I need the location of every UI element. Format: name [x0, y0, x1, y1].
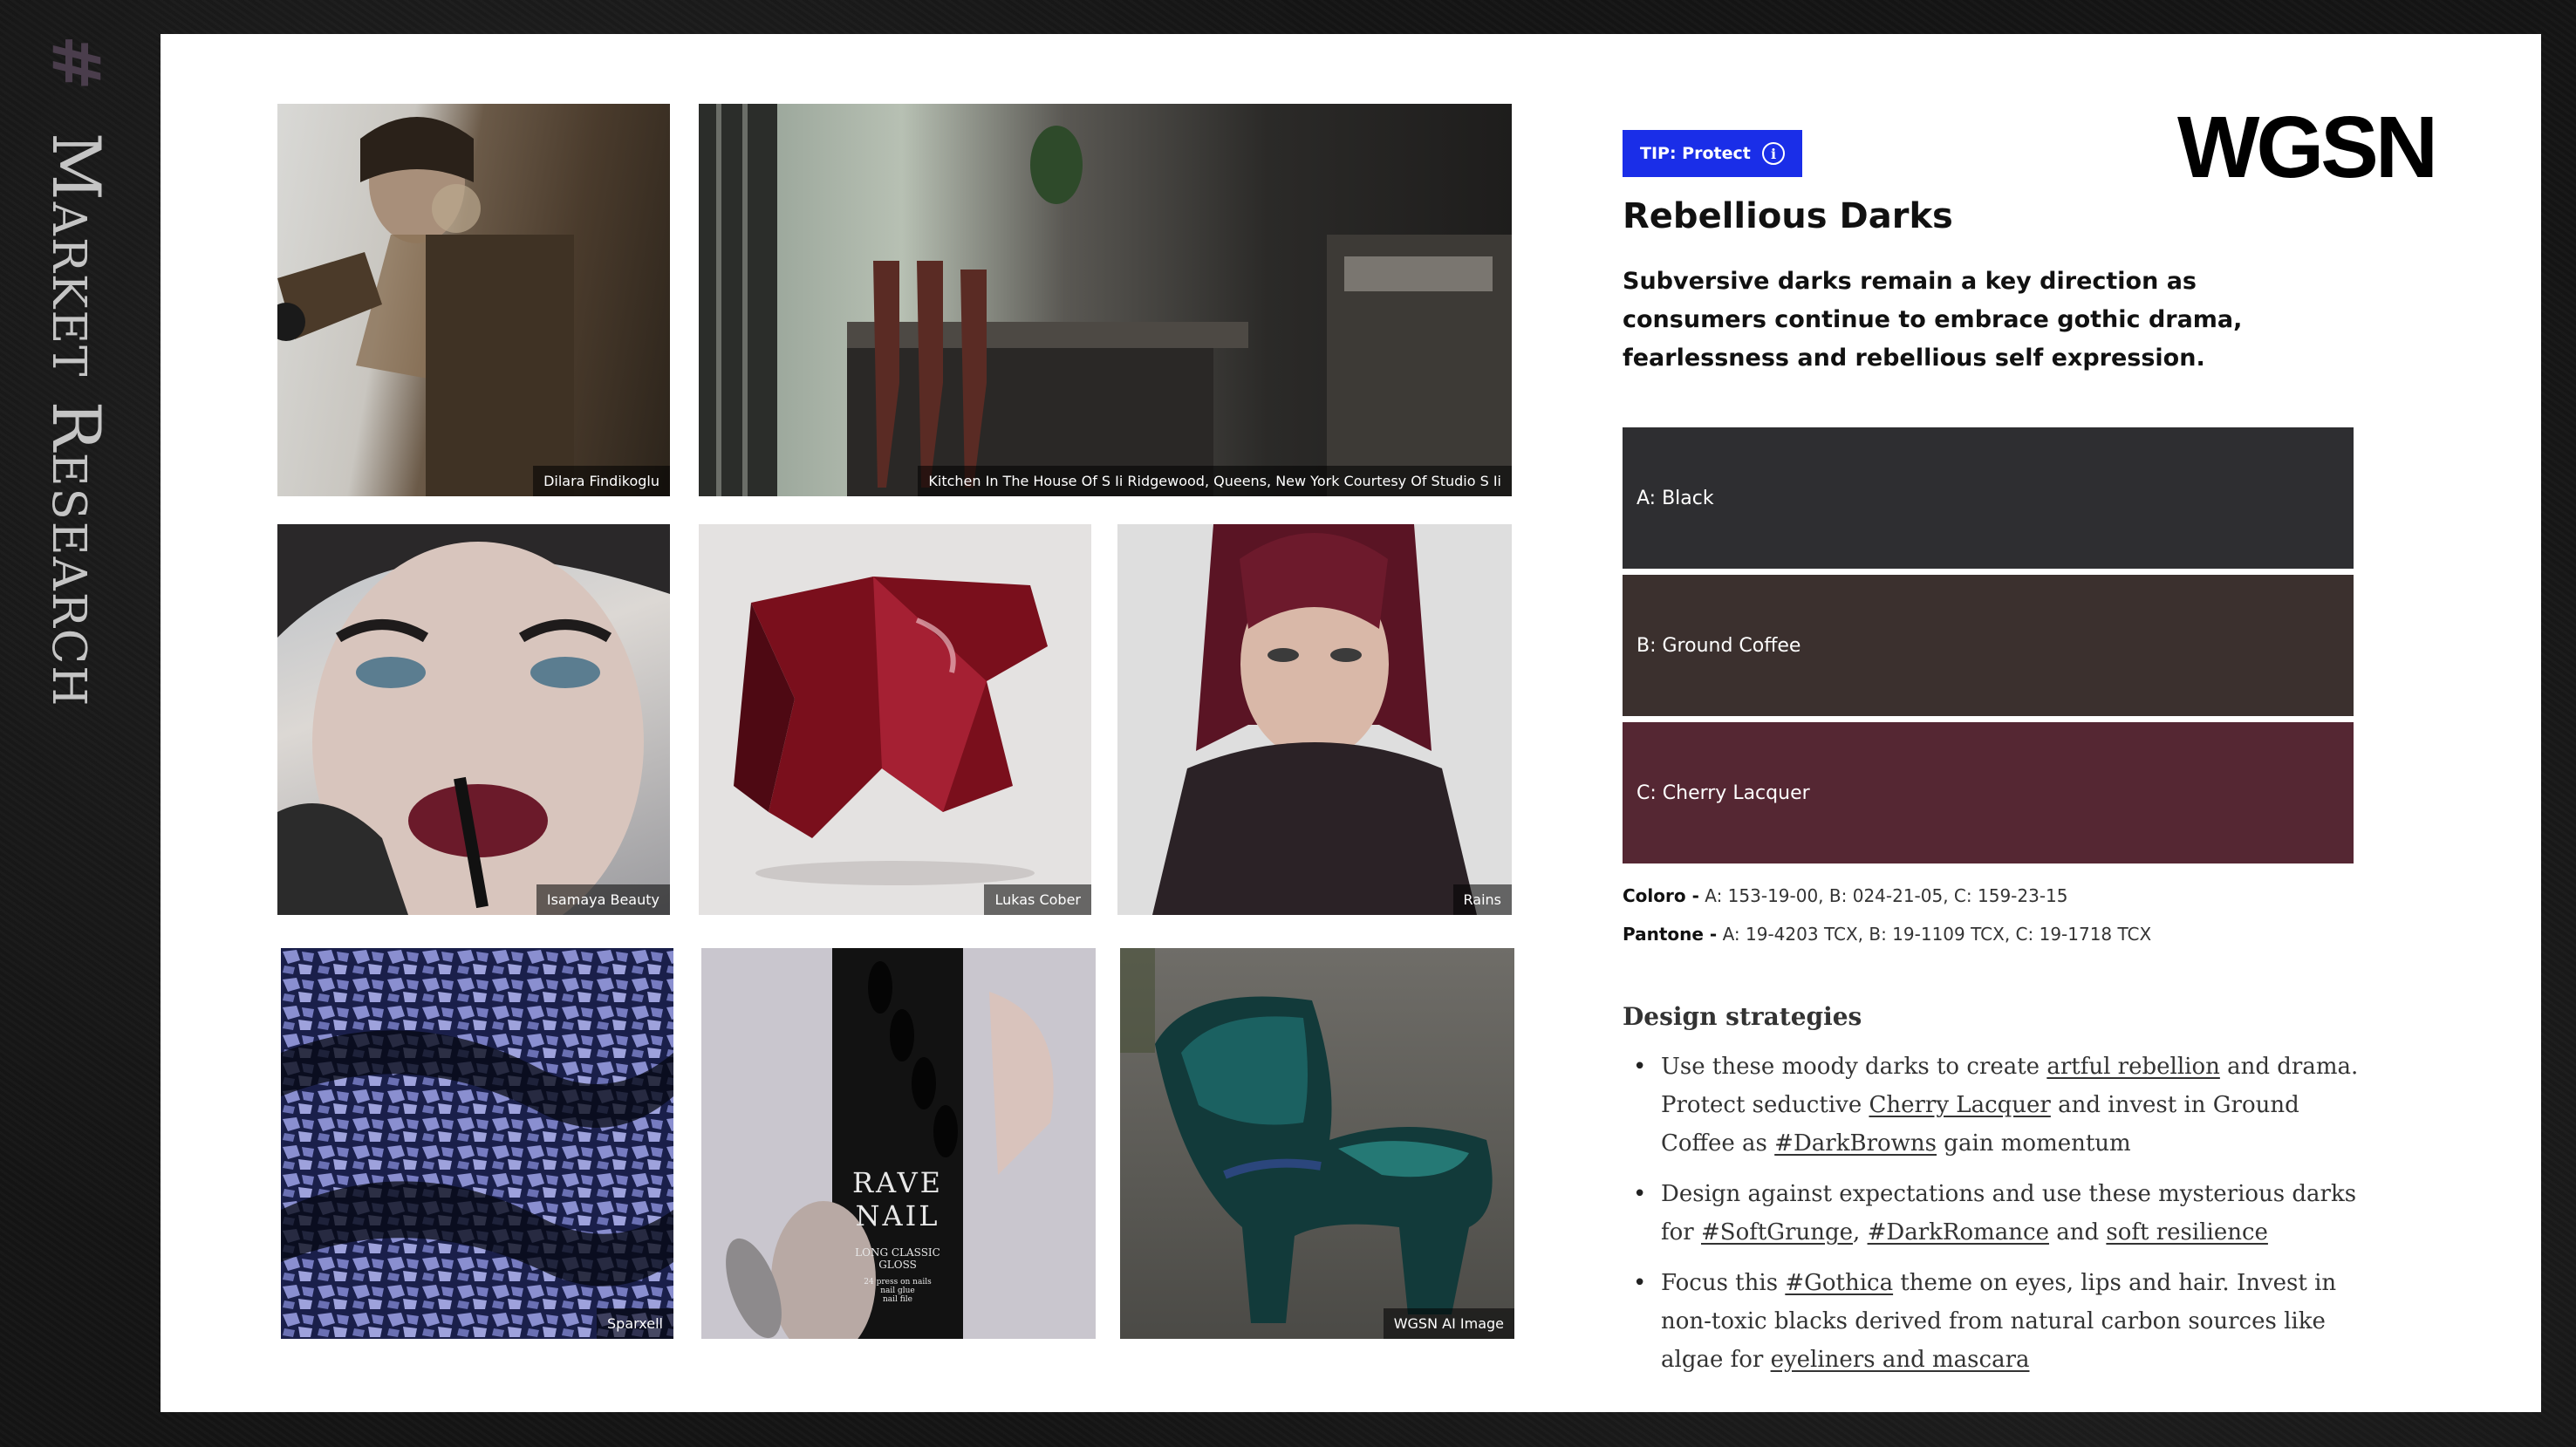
- photo-credit: Sparxell: [597, 1308, 673, 1339]
- package-contents-1: 24 press on nails: [864, 1278, 932, 1287]
- photo-credit: WGSN AI Image: [1383, 1308, 1514, 1339]
- pantone-codes: Pantone - A: 19-4203 TCX, B: 19-1109 TCX…: [1623, 924, 2151, 945]
- photo-iridescent-chair: WGSN AI Image: [1120, 948, 1514, 1339]
- swatch-black: A: Black: [1623, 427, 2354, 569]
- pantone-value: A: 19-4203 TCX, B: 19-1109 TCX, C: 19-17…: [1722, 924, 2152, 945]
- photo-blue-fabric: Sparxell: [281, 948, 673, 1339]
- coloro-codes: Coloro - A: 153-19-00, B: 024-21-05, C: …: [1623, 885, 2068, 906]
- photo-credit: Kitchen In The House Of S Ii Ridgewood, …: [918, 466, 1512, 496]
- link-soft-resilience[interactable]: soft resilience: [2106, 1219, 2268, 1246]
- info-icon[interactable]: i: [1762, 142, 1785, 165]
- strategy-text: Use these moody darks to create: [1661, 1054, 2047, 1080]
- wgsn-logo: WGSN: [2177, 99, 2438, 196]
- swatch-label: C: Cherry Lacquer: [1636, 782, 1810, 804]
- sidebar-title: # Market Research: [38, 35, 115, 708]
- link-soft-grunge[interactable]: #SoftGrunge: [1701, 1219, 1853, 1246]
- package-contents-3: nail file: [883, 1295, 912, 1304]
- hash-icon: #: [38, 35, 115, 92]
- package-contents-2: nail glue: [880, 1287, 915, 1295]
- strategy-text: ,: [1853, 1219, 1868, 1246]
- link-dark-romance[interactable]: #DarkRomance: [1868, 1219, 2049, 1246]
- section-subheading: Subversive darks remain a key direction …: [1623, 268, 2243, 372]
- photo-credit: Isamaya Beauty: [536, 884, 670, 915]
- section-heading: Rebellious Darks: [1623, 196, 1953, 236]
- photo-model-portrait: Dilara Findikoglu: [277, 104, 670, 496]
- design-strategies-title: Design strategies: [1623, 1002, 1862, 1031]
- photo-credit: Lukas Cober: [984, 884, 1091, 915]
- pantone-label: Pantone -: [1623, 924, 1718, 945]
- link-dark-browns[interactable]: #DarkBrowns: [1774, 1130, 1937, 1157]
- lipstick-portrait-illustration: [277, 524, 670, 915]
- photo-credit: Rains: [1452, 884, 1512, 915]
- tip-label: TIP: Protect: [1640, 144, 1751, 163]
- strategy-item: • Design against expectations and use th…: [1623, 1175, 2364, 1252]
- chair-illustration: [1120, 948, 1493, 1323]
- strategy-text: Focus this: [1661, 1270, 1786, 1296]
- sidebar-title-text: Market Research: [38, 132, 115, 708]
- strategy-text: and: [2048, 1219, 2107, 1246]
- link-artful-rebellion[interactable]: artful rebellion: [2046, 1054, 2220, 1080]
- swatch-label: A: Black: [1636, 487, 1714, 509]
- photo-credit: Dilara Findikoglu: [533, 466, 670, 496]
- swatch-ground-coffee: B: Ground Coffee: [1623, 575, 2354, 716]
- kitchen-illustration: [699, 104, 1512, 496]
- strategy-item: • Use these moody darks to create artful…: [1623, 1048, 2364, 1163]
- nail-package-text: RAVE NAIL LONG CLASSIC GLOSS 24 press on…: [832, 1166, 963, 1304]
- coloro-label: Coloro -: [1623, 885, 1699, 906]
- package-type-line-1: LONG CLASSIC: [855, 1246, 940, 1259]
- swatch-cherry-lacquer: C: Cherry Lacquer: [1623, 722, 2354, 863]
- photo-dark-kitchen: Kitchen In The House Of S Ii Ridgewood, …: [699, 104, 1512, 496]
- coloro-value: A: 153-19-00, B: 024-21-05, C: 159-23-15: [1705, 885, 2068, 906]
- link-gothica[interactable]: #Gothica: [1785, 1270, 1893, 1296]
- package-brand-line-1: RAVE: [851, 1166, 944, 1199]
- photo-model-red-hair: Rains: [1117, 524, 1512, 915]
- strategy-list: • Use these moody darks to create artful…: [1623, 1048, 2364, 1391]
- slide-card: Dilara Findikoglu Kitchen In The House O…: [161, 34, 2541, 1412]
- model-portrait-illustration: [277, 117, 574, 496]
- bullet-icon: •: [1633, 1181, 1647, 1207]
- link-eyeliners-mascara[interactable]: eyeliners and mascara: [1771, 1347, 2030, 1373]
- strategy-item: • Focus this #Gothica theme on eyes, lip…: [1623, 1264, 2364, 1379]
- package-brand-line-2: NAIL: [855, 1199, 940, 1232]
- package-type-line-2: GLOSS: [878, 1259, 917, 1271]
- photo-lipstick-portrait: Isamaya Beauty: [277, 524, 670, 915]
- photo-red-lacquer-bag: Lukas Cober: [699, 524, 1091, 915]
- model-red-hair-illustration: [1152, 524, 1477, 915]
- link-cherry-lacquer[interactable]: Cherry Lacquer: [1869, 1092, 2050, 1118]
- strategy-text: gain momentum: [1937, 1130, 2131, 1157]
- bullet-icon: •: [1633, 1270, 1647, 1296]
- tip-protect-badge[interactable]: TIP: Protect i: [1623, 130, 1802, 177]
- photo-nail-product: RAVE NAIL LONG CLASSIC GLOSS 24 press on…: [701, 948, 1096, 1339]
- swatch-label: B: Ground Coffee: [1636, 634, 1801, 657]
- blue-fabric-illustration: [281, 948, 673, 1339]
- bullet-icon: •: [1633, 1054, 1647, 1080]
- red-bag-illustration: [734, 577, 1048, 885]
